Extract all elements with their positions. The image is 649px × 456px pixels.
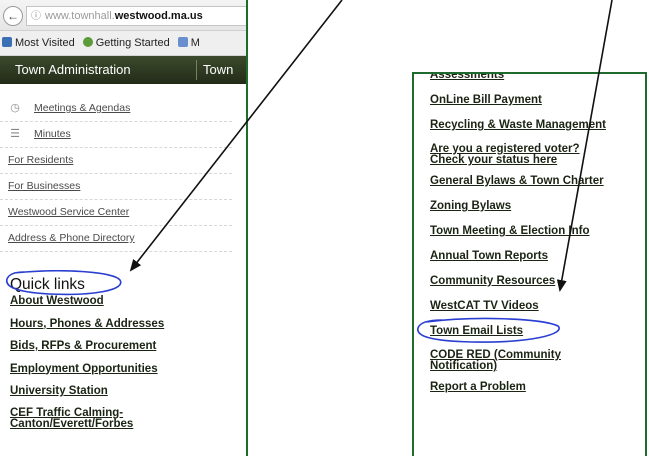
bookmark-most-visited[interactable]: Most Visited bbox=[2, 31, 75, 55]
link-report-problem[interactable]: Report a Problem bbox=[430, 381, 645, 394]
browser-address-bar: ← ⓘ www.townhall.westwood.ma.us bbox=[0, 0, 246, 31]
bookmark-folder-icon bbox=[2, 37, 12, 47]
annotation-circle-quick-links bbox=[5, 270, 122, 296]
quick-links-list: About Westwood Hours, Phones & Addresses… bbox=[10, 295, 246, 439]
quick-link-university-station[interactable]: University Station bbox=[10, 385, 246, 398]
url-host: westwood.ma.us bbox=[114, 10, 203, 22]
link-zoning-bylaws[interactable]: Zoning Bylaws bbox=[430, 200, 645, 213]
annotation-circle-email-lists bbox=[417, 317, 560, 343]
url-field[interactable]: ⓘ www.townhall.westwood.ma.us bbox=[26, 6, 246, 26]
quick-link-employment[interactable]: Employment Opportunities bbox=[10, 363, 246, 376]
link-westcat-videos[interactable]: WestCAT TV Videos bbox=[430, 300, 645, 313]
nav-town[interactable]: Town bbox=[203, 56, 233, 84]
quick-link-hours[interactable]: Hours, Phones & Addresses bbox=[10, 318, 246, 331]
url-prefix: www. bbox=[45, 10, 72, 22]
quick-link-bids[interactable]: Bids, RFPs & Procurement bbox=[10, 340, 246, 353]
side-item-minutes[interactable]: ☰ Minutes bbox=[0, 122, 232, 148]
side-item-label: Address & Phone Directory bbox=[8, 232, 135, 244]
bookmark-label: M bbox=[190, 37, 200, 49]
bookmarks-toolbar: Most Visited Getting Started M bbox=[0, 31, 246, 56]
side-item-service-center[interactable]: Westwood Service Center bbox=[0, 200, 232, 226]
nav-town-administration[interactable]: Town Administration bbox=[15, 56, 131, 84]
link-general-bylaws[interactable]: General Bylaws & Town Charter bbox=[430, 175, 645, 188]
side-item-residents[interactable]: For Residents bbox=[0, 148, 232, 174]
right-screenshot-panel: Assessments OnLine Bill Payment Recyclin… bbox=[412, 72, 647, 456]
link-recycling[interactable]: Recycling & Waste Management bbox=[430, 119, 645, 132]
link-assessments[interactable]: Assessments bbox=[430, 74, 645, 82]
side-item-label: Westwood Service Center bbox=[8, 206, 130, 218]
back-arrow-icon[interactable]: ← bbox=[3, 6, 23, 26]
side-item-label: For Businesses bbox=[8, 180, 81, 192]
side-item-businesses[interactable]: For Businesses bbox=[0, 174, 232, 200]
nav-divider bbox=[196, 60, 197, 80]
bookmark-label: Getting Started bbox=[95, 37, 170, 49]
side-item-label: Minutes bbox=[34, 128, 71, 140]
link-code-red[interactable]: CODE RED (Community Notification) bbox=[430, 349, 600, 372]
bookmark-label: Most Visited bbox=[15, 37, 75, 49]
info-icon[interactable]: ⓘ bbox=[31, 11, 41, 22]
side-menu: ◷ Meetings & Agendas ☰ Minutes For Residen… bbox=[0, 96, 232, 252]
side-item-directory[interactable]: Address & Phone Directory bbox=[0, 226, 232, 252]
side-item-label: For Residents bbox=[8, 154, 74, 166]
side-item-label: Meetings & Agendas bbox=[34, 102, 131, 114]
left-screenshot-panel: ← ⓘ www.townhall.westwood.ma.us Most Visi… bbox=[0, 0, 248, 456]
firefox-icon bbox=[82, 37, 93, 47]
quick-link-cef-traffic[interactable]: CEF Traffic Calming-Canton/Everett/Forbe… bbox=[10, 407, 160, 430]
site-navbar: Town Administration Town bbox=[0, 56, 246, 84]
link-town-meeting[interactable]: Town Meeting & Election Info bbox=[430, 225, 645, 238]
clock-icon: ◷ bbox=[10, 102, 20, 114]
bookmark-getting-started[interactable]: Getting Started bbox=[82, 31, 170, 55]
link-voter-status[interactable]: Are you a registered voter? Check your s… bbox=[430, 143, 615, 166]
right-links-list: Assessments OnLine Bill Payment Recyclin… bbox=[430, 74, 645, 406]
link-annual-reports[interactable]: Annual Town Reports bbox=[430, 250, 645, 263]
link-online-bill-payment[interactable]: OnLine Bill Payment bbox=[430, 94, 645, 107]
url-subdomain: townhall. bbox=[71, 10, 115, 22]
side-item-meetings[interactable]: ◷ Meetings & Agendas bbox=[0, 96, 232, 122]
page-icon bbox=[177, 37, 188, 47]
link-community-resources[interactable]: Community Resources bbox=[430, 275, 645, 288]
bookmark-more[interactable]: M bbox=[177, 31, 200, 55]
list-icon: ☰ bbox=[10, 128, 20, 140]
